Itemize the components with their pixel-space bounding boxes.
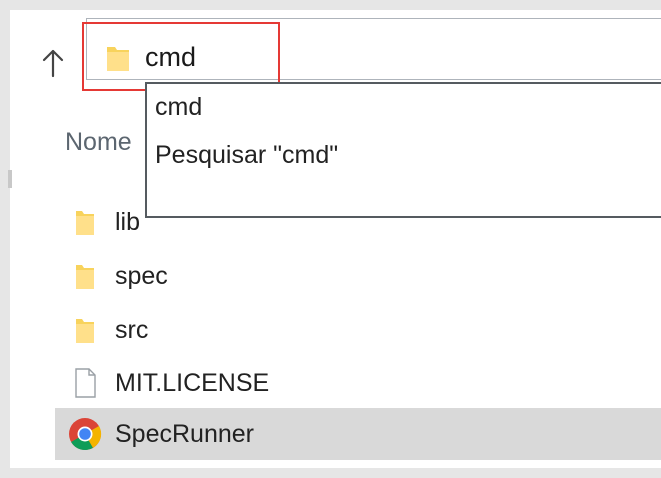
- folder-icon: [65, 304, 105, 356]
- item-label: lib: [115, 208, 141, 236]
- item-label: MIT.LICENSE: [115, 369, 270, 397]
- item-label: spec: [115, 262, 168, 290]
- address-bar[interactable]: [86, 18, 661, 80]
- item-label: SpecRunner: [115, 420, 254, 448]
- item-label: src: [115, 316, 149, 344]
- suggestion-item[interactable]: cmd: [155, 88, 202, 126]
- address-input[interactable]: [145, 41, 465, 73]
- file-icon: [65, 357, 105, 409]
- folder-icon: [105, 43, 131, 78]
- list-item-mit-license[interactable]: MIT.LICENSE: [55, 357, 661, 409]
- up-arrow-icon: [42, 49, 64, 78]
- folder-icon: [65, 250, 105, 302]
- suggestion-search-item[interactable]: Pesquisar "cmd": [155, 136, 338, 174]
- list-item-src[interactable]: src: [55, 304, 661, 356]
- edge-marker: [8, 170, 12, 188]
- column-header-name[interactable]: Nome: [65, 128, 145, 157]
- list-item-spec[interactable]: spec: [55, 250, 661, 302]
- list-item-specrunner[interactable]: SpecRunner: [55, 408, 661, 460]
- folder-icon: [65, 196, 105, 248]
- chrome-icon: [65, 408, 105, 460]
- list-item-lib[interactable]: lib: [55, 196, 661, 248]
- up-button[interactable]: [39, 48, 67, 78]
